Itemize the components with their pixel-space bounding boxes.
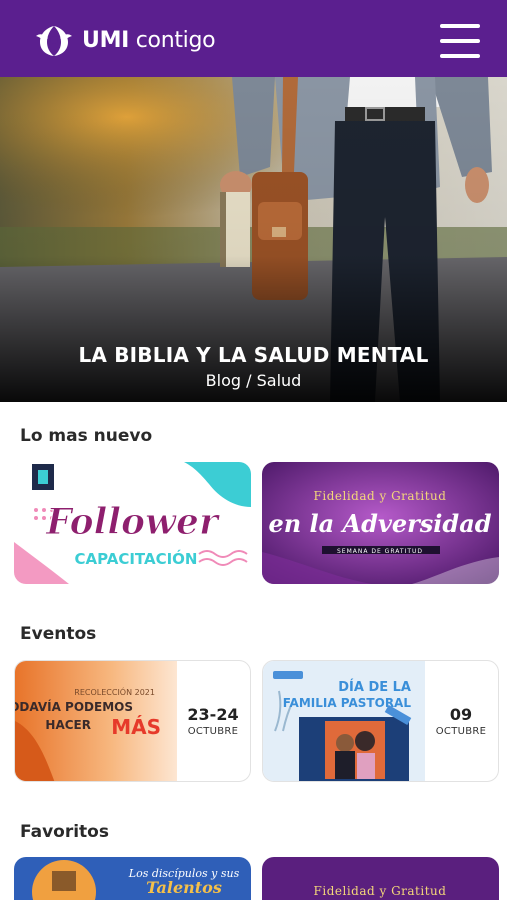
fidelidad-fav-line1: Fidelidad y Gratitud — [314, 884, 447, 898]
recoleccion-line1: TODAVÍA PODEMOS — [15, 699, 133, 714]
event-day: 23-24 — [187, 705, 239, 724]
event-date: 09 OCTUBRE — [424, 661, 498, 781]
recoleccion-graphic: RECOLECCIÓN 2021 TODAVÍA PODEMOS HACER M… — [15, 661, 177, 781]
event-card-recoleccion[interactable]: RECOLECCIÓN 2021 TODAVÍA PODEMOS HACER M… — [14, 660, 251, 782]
fidelidad-fav-graphic: Fidelidad y Gratitud — [262, 857, 499, 900]
umi-logo-icon — [36, 26, 72, 56]
discipulos-graphic: Los discípulos y sus Talentos — [14, 857, 251, 900]
fidelidad-card-line3: SEMANA DE GRATITUD — [337, 548, 423, 555]
brand-name-bold: UMI — [82, 27, 130, 53]
event-date: 23-24 OCTUBRE — [176, 661, 250, 781]
fidelidad-card-line2: en la Adversidad — [268, 509, 491, 538]
hero-subtitle[interactable]: Blog / Salud — [0, 371, 507, 390]
follower-card-line1: Follower — [45, 501, 221, 543]
discipulos-line2: Talentos — [146, 878, 222, 897]
recoleccion-line2: HACER — [45, 718, 91, 732]
event-card-familia-pastoral[interactable]: DÍA DE LA FAMILIA PASTORAL 09 OCTUBRE — [262, 660, 499, 782]
favorite-card-discipulos[interactable]: Los discípulos y sus Talentos — [14, 857, 251, 900]
section-title-events: Eventos — [20, 624, 97, 644]
section-title-latest: Lo mas nuevo — [20, 426, 153, 446]
follower-graphic: Follower CAPACITACIÓN — [14, 462, 251, 584]
fidelidad-card-line1: Fidelidad y Gratitud — [314, 489, 447, 503]
latest-card-fidelidad[interactable]: Fidelidad y Gratitud en la Adversidad SE… — [262, 462, 499, 584]
event-month: OCTUBRE — [187, 726, 239, 737]
brand-name-light: contigo — [135, 27, 216, 53]
favorite-card-fidelidad[interactable]: Fidelidad y Gratitud — [262, 857, 499, 900]
latest-card-follower[interactable]: Follower CAPACITACIÓN — [14, 462, 251, 584]
app-header: UMI contigo — [0, 0, 507, 77]
brand-name: UMI contigo — [82, 27, 216, 53]
hamburger-menu-icon[interactable] — [440, 24, 480, 58]
hero-banner[interactable]: LA BIBLIA Y LA SALUD MENTAL Blog / Salud — [0, 77, 507, 402]
brand-logo[interactable]: UMI contigo — [32, 20, 216, 60]
recoleccion-line3: MÁS — [111, 715, 161, 739]
hero-title: LA BIBLIA Y LA SALUD MENTAL — [78, 343, 429, 367]
event-month: OCTUBRE — [435, 726, 487, 737]
section-title-favorites: Favoritos — [20, 822, 109, 842]
follower-card-line2: CAPACITACIÓN — [74, 549, 197, 568]
fidelidad-graphic: Fidelidad y Gratitud en la Adversidad SE… — [262, 462, 499, 584]
recoleccion-kicker: RECOLECCIÓN 2021 — [74, 686, 155, 697]
familia-pastoral-graphic: DÍA DE LA FAMILIA PASTORAL — [263, 661, 425, 781]
familia-line1: DÍA DE LA — [338, 679, 411, 695]
event-day: 09 — [449, 705, 473, 724]
